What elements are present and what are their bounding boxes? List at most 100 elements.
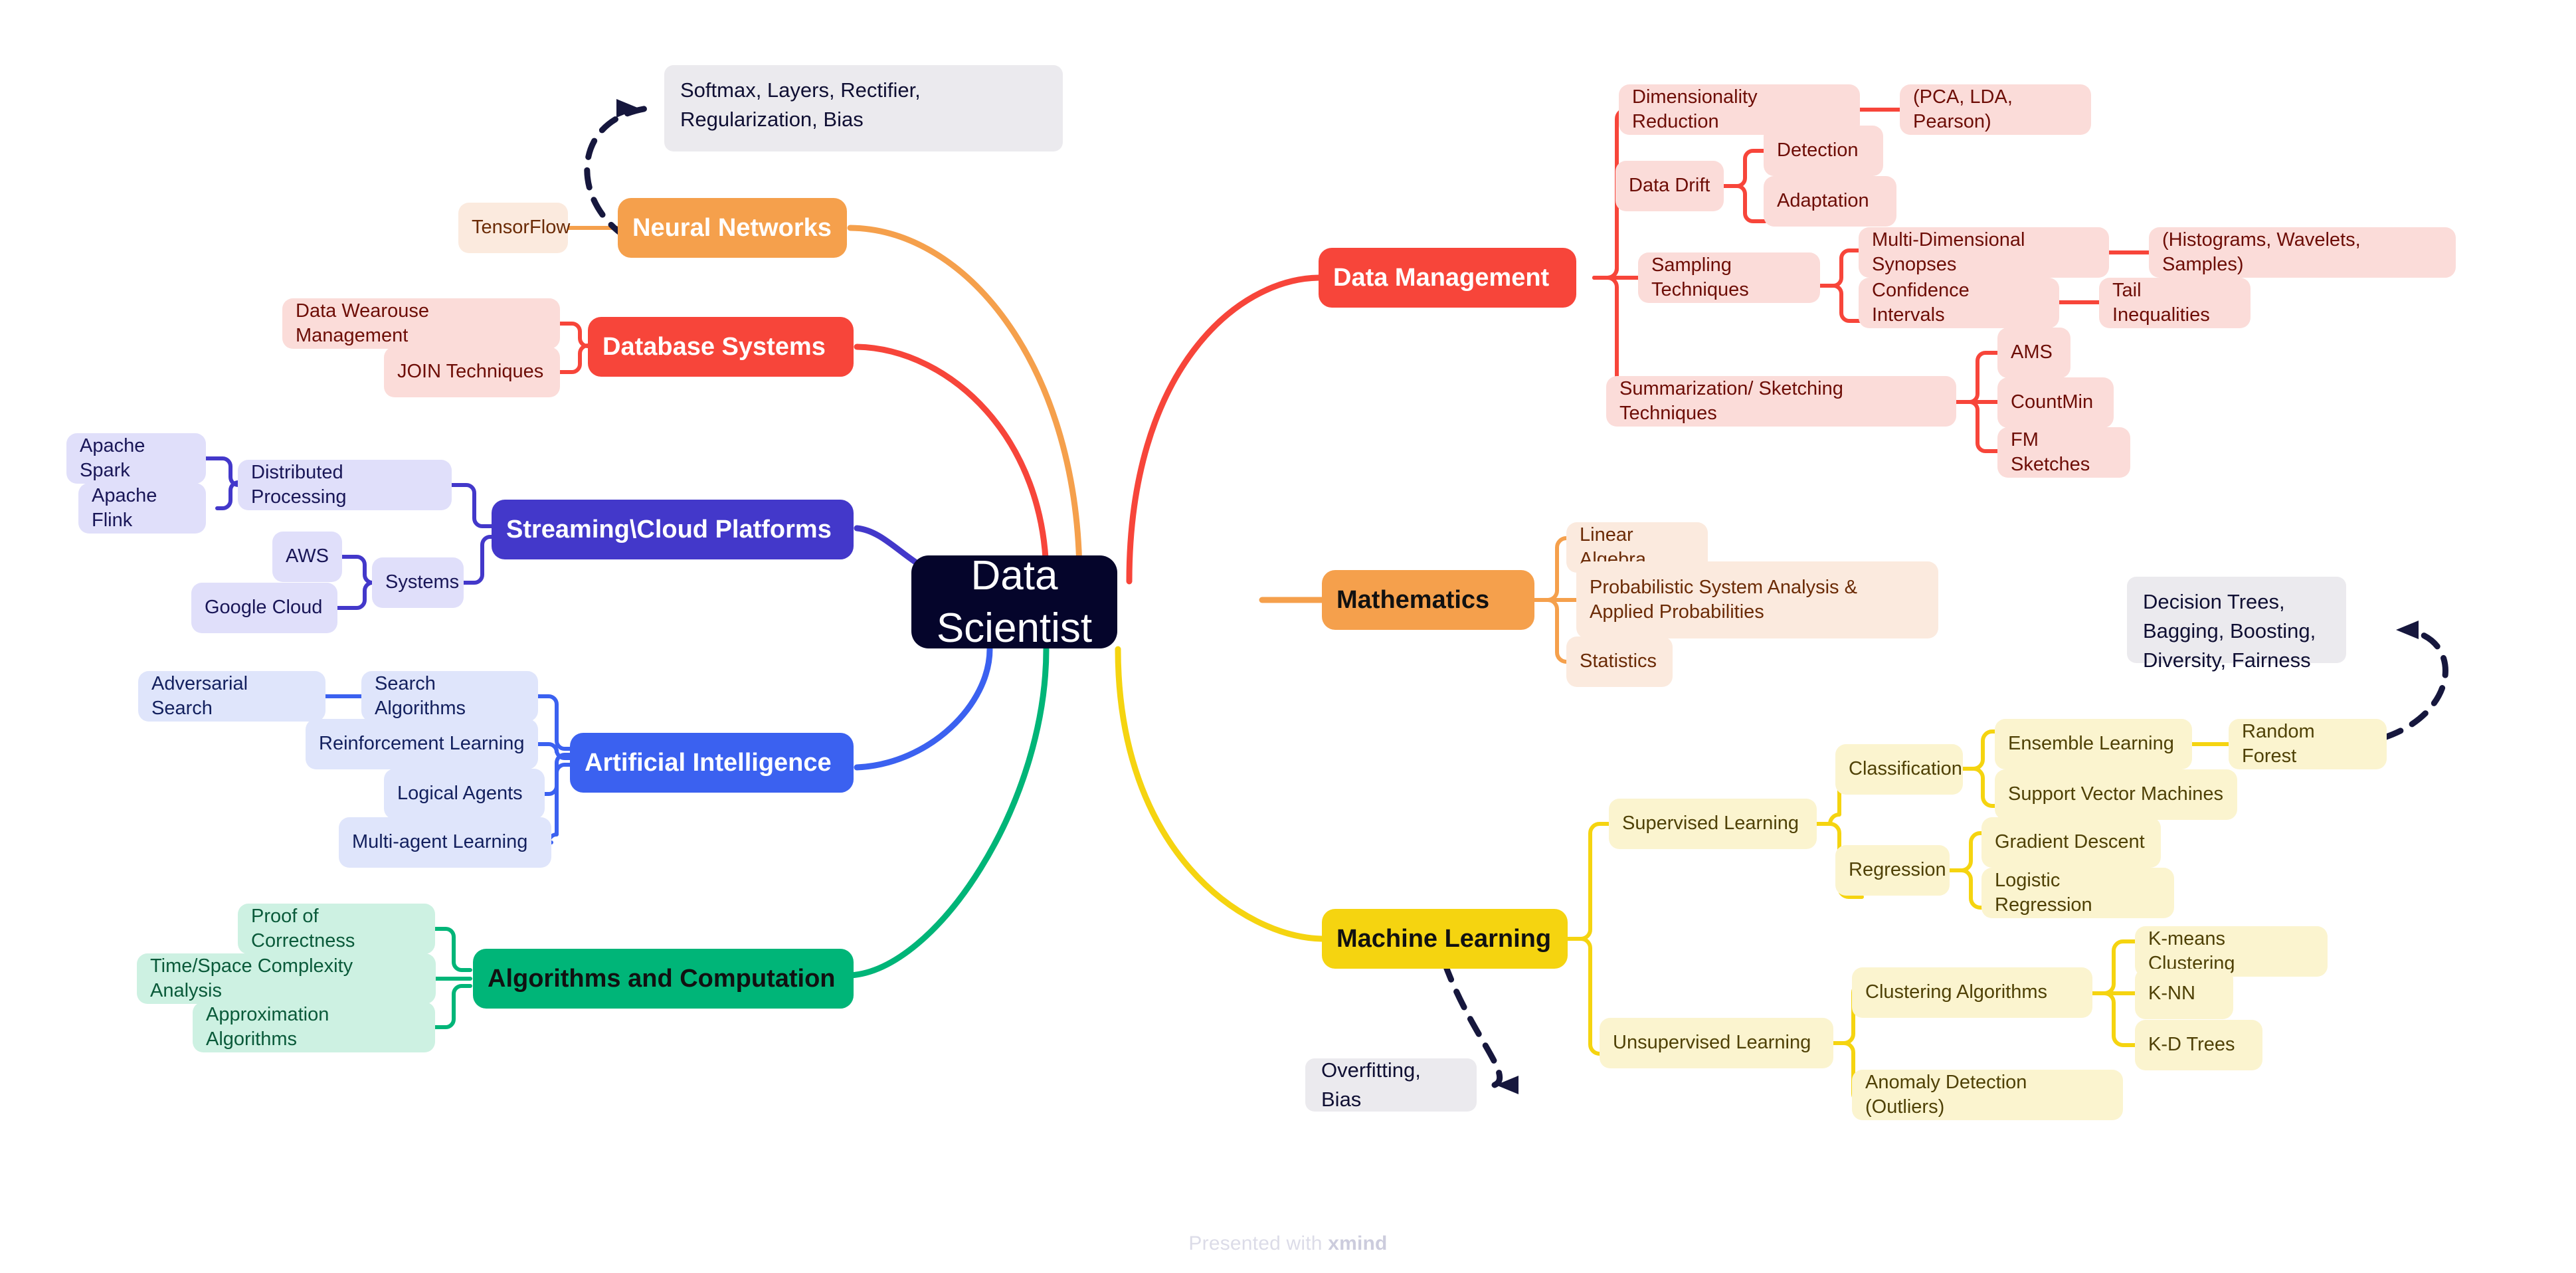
note-overfitting-bias-text: Overfitting, Bias [1321, 1058, 1421, 1111]
node-approximation-algorithms-label: Approximation Algorithms [206, 1003, 329, 1050]
node-classification-label: Classification [1849, 758, 1962, 780]
branch-streaming-cloud-platforms-label: Streaming\Cloud Platforms [506, 515, 832, 543]
node-gradient-descent[interactable]: Gradient Descent [1981, 817, 2161, 868]
link-clust-kdtrees [2090, 991, 2137, 1047]
node-search-algorithms-label: Search Algorithms [375, 672, 466, 719]
node-statistics[interactable]: Statistics [1566, 636, 1673, 687]
node-k-d-trees[interactable]: K-D Trees [2135, 1020, 2262, 1070]
node-anomaly-detection-outliers-label: Anomaly Detection (Outliers) [1865, 1071, 2027, 1118]
node-multi-dimensional-synopses[interactable]: Multi-Dimensional Synopses [1859, 227, 2109, 278]
node-join-techniques-label: JOIN Techniques [397, 361, 544, 383]
link-root-data-management [1126, 274, 1322, 585]
node-detection[interactable]: Detection [1764, 126, 1883, 176]
node-unsupervised-learning[interactable]: Unsupervised Learning [1600, 1018, 1833, 1068]
node-logistic-regression-label: Logistic Regression [1995, 869, 2092, 916]
node-adaptation-label: Adaptation [1777, 190, 1869, 212]
node-random-forest-label: Random Forest [2242, 720, 2315, 767]
link-drift-adaptation [1722, 184, 1767, 223]
node-statistics-label: Statistics [1580, 650, 1657, 672]
node-adversarial-search[interactable]: Adversarial Search [138, 671, 325, 722]
branch-artificial-intelligence[interactable]: Artificial Intelligence [570, 733, 854, 793]
link-ai-search [536, 694, 575, 751]
node-reinforcement-learning[interactable]: Reinforcement Learning [306, 719, 538, 769]
node-apache-spark[interactable]: Apache Spark [66, 433, 206, 484]
node-multi-agent-learning[interactable]: Multi-agent Learning [339, 817, 551, 868]
node-distributed-processing[interactable]: Distributed Processing [238, 460, 452, 510]
link-ml-supervised [1566, 822, 1615, 941]
node-probabilistic-system-analysis-label: Probabilistic System Analysis & Applied … [1590, 576, 1857, 623]
node-time-space-complexity-analysis[interactable]: Time/Space Complexity Analysis [137, 953, 436, 1004]
branch-database-systems[interactable]: Database Systems [588, 317, 854, 377]
node-pca-lda-pearson[interactable]: (PCA, LDA, Pearson) [1900, 84, 2091, 135]
node-supervised-learning[interactable]: Supervised Learning [1609, 799, 1817, 849]
node-k-nn-label: K-NN [2148, 983, 2195, 1005]
node-tail-inequalities[interactable]: Tail Inequalities [2099, 278, 2251, 328]
node-data-drift[interactable]: Data Drift [1615, 161, 1724, 211]
node-unsupervised-learning-label: Unsupervised Learning [1613, 1032, 1811, 1054]
node-logical-agents[interactable]: Logical Agents [384, 769, 545, 819]
node-fm-sketches-label: FM Sketches [2011, 429, 2090, 475]
link-clust-kmeans [2090, 939, 2137, 995]
node-summarization-sketching-techniques-label: Summarization/ Sketching Techniques [1619, 377, 1843, 424]
link-root-database-systems [854, 343, 1050, 581]
node-classification[interactable]: Classification [1835, 744, 1963, 795]
link-sampling-synopses [1818, 248, 1863, 288]
branch-neural-networks[interactable]: Neural Networks [618, 198, 847, 258]
branch-algorithms-and-computation[interactable]: Algorithms and Computation [473, 949, 854, 1009]
node-confidence-intervals[interactable]: Confidence Intervals [1859, 278, 2059, 328]
node-adversarial-search-label: Adversarial Search [151, 672, 248, 719]
link-root-algorithms [847, 646, 1050, 979]
branch-algorithms-and-computation-label: Algorithms and Computation [488, 964, 836, 993]
node-random-forest[interactable]: Random Forest [2229, 719, 2387, 769]
node-adaptation[interactable]: Adaptation [1764, 176, 1896, 227]
node-fm-sketches[interactable]: FM Sketches [1997, 427, 2130, 478]
node-regression-label: Regression [1849, 859, 1946, 881]
arrowhead-rf-note [2396, 621, 2419, 639]
node-google-cloud[interactable]: Google Cloud [191, 583, 337, 633]
node-systems[interactable]: Systems [372, 557, 464, 608]
node-data-warehouse-management-label: Data Wearouse Management [296, 300, 429, 346]
node-summarization-sketching-techniques[interactable]: Summarization/ Sketching Techniques [1606, 376, 1956, 427]
node-tensorflow-label: TensorFlow [472, 217, 571, 239]
node-probabilistic-system-analysis[interactable]: Probabilistic System Analysis & Applied … [1576, 561, 1938, 638]
node-proof-of-correctness[interactable]: Proof of Correctness [238, 904, 435, 954]
node-reinforcement-learning-label: Reinforcement Learning [319, 733, 525, 755]
node-ensemble-learning[interactable]: Ensemble Learning [1995, 719, 2192, 769]
node-tensorflow[interactable]: TensorFlow [458, 203, 571, 253]
branch-data-management[interactable]: Data Management [1319, 248, 1576, 308]
node-join-techniques[interactable]: JOIN Techniques [384, 347, 560, 397]
node-support-vector-machines[interactable]: Support Vector Machines [1995, 769, 2237, 820]
node-histograms-wavelets-samples-label: (Histograms, Wavelets, Samples) [2162, 229, 2361, 275]
node-aws[interactable]: AWS [272, 532, 342, 582]
node-regression[interactable]: Regression [1835, 845, 1950, 896]
node-clustering-algorithms[interactable]: Clustering Algorithms [1852, 967, 2092, 1018]
link-ai-reinforcement [536, 742, 575, 760]
link-alg-approx [433, 984, 472, 1029]
node-countmin[interactable]: CountMin [1997, 377, 2114, 428]
node-tail-inequalities-label: Tail Inequalities [2112, 279, 2210, 326]
link-alg-proof [433, 927, 472, 972]
node-k-d-trees-label: K-D Trees [2148, 1034, 2235, 1056]
node-multi-agent-learning-label: Multi-agent Learning [352, 831, 528, 853]
node-logistic-regression[interactable]: Logistic Regression [1981, 868, 2174, 918]
branch-machine-learning[interactable]: Machine Learning [1322, 909, 1568, 969]
node-gradient-descent-label: Gradient Descent [1995, 831, 2145, 853]
node-aws-label: AWS [286, 545, 329, 567]
node-search-algorithms[interactable]: Search Algorithms [361, 671, 538, 722]
node-histograms-wavelets-samples[interactable]: (Histograms, Wavelets, Samples) [2149, 227, 2456, 278]
link-root-artificial-intelligence [854, 646, 993, 771]
node-sampling-techniques[interactable]: Sampling Techniques [1638, 252, 1820, 303]
node-k-nn[interactable]: K-NN [2135, 969, 2233, 1019]
node-data-warehouse-management[interactable]: Data Wearouse Management [282, 298, 560, 349]
root-node[interactable]: Data Scientist [911, 553, 1117, 651]
footer-prefix: Presented with [1188, 1232, 1329, 1254]
branch-streaming-cloud-platforms[interactable]: Streaming\Cloud Platforms [492, 500, 854, 559]
node-ams[interactable]: AMS [1997, 328, 2070, 378]
node-anomaly-detection-outliers[interactable]: Anomaly Detection (Outliers) [1852, 1070, 2123, 1120]
node-ams-label: AMS [2011, 342, 2053, 363]
node-apache-flink[interactable]: Apache Flink [78, 483, 206, 534]
node-approximation-algorithms[interactable]: Approximation Algorithms [193, 1002, 435, 1052]
link-sampling-confidence [1818, 284, 1863, 323]
link-cloud-dp [450, 483, 494, 528]
branch-mathematics[interactable]: Mathematics [1322, 570, 1534, 630]
